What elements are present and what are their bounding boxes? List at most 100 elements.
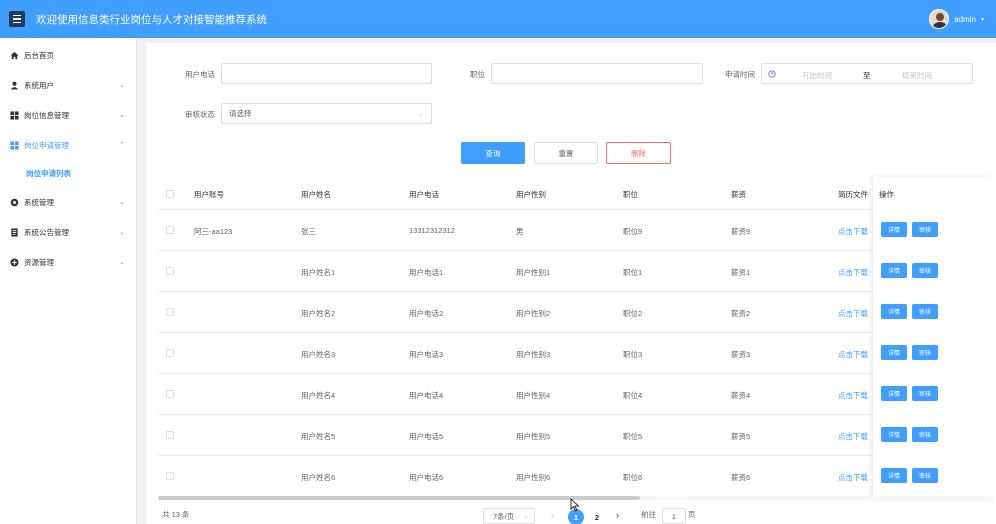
cell-gender: 用户性别4 xyxy=(516,391,551,400)
start-time-input[interactable]: 开始时间 xyxy=(802,70,832,81)
home-icon xyxy=(10,51,19,60)
cell-phone: 13312312312 xyxy=(409,226,455,235)
document-icon xyxy=(10,227,19,237)
cell-phone: 用户电话6 xyxy=(409,473,444,482)
sidebar-item-announcements[interactable]: 系统公告管理 ⌄ xyxy=(0,217,137,247)
cell-gender: 用户性别5 xyxy=(516,432,551,441)
audit-status-select[interactable]: 请选择 ⌄ xyxy=(221,103,432,124)
sidebar-item-label: 后台首页 xyxy=(24,50,54,60)
row-checkbox[interactable] xyxy=(166,267,174,275)
sidebar-item-system-management[interactable]: 系统管理 ⌄ xyxy=(0,187,137,217)
query-button[interactable]: 查询 xyxy=(461,142,525,164)
detail-button[interactable]: 详情 xyxy=(881,304,907,319)
column-header: 用户电话 xyxy=(409,190,439,199)
cell-salary: 薪资9 xyxy=(731,227,751,236)
sidebar-item-system-users[interactable]: 系统用户 ⌄ xyxy=(0,70,137,100)
chevron-down-icon: ⌄ xyxy=(523,513,529,520)
reset-button[interactable]: 重置 xyxy=(534,142,598,164)
row-checkbox[interactable] xyxy=(166,472,174,480)
mouse-cursor-icon xyxy=(570,498,580,512)
detail-button[interactable]: 详情 xyxy=(881,222,907,237)
table-header: 用户账号 用户姓名 用户电话 用户性别 职位 薪资 简历文件 xyxy=(158,177,993,210)
pagination-total: 共 13 条 xyxy=(162,510,190,519)
audit-button[interactable]: 审核 xyxy=(912,345,938,360)
chevron-down-icon: ⌄ xyxy=(119,229,125,236)
detail-button[interactable]: 详情 xyxy=(881,427,907,442)
row-checkbox[interactable] xyxy=(166,431,174,439)
goto-page-input[interactable]: 1 xyxy=(662,508,686,524)
position-filter-label: 职位 xyxy=(470,70,485,79)
audit-button[interactable]: 审核 xyxy=(912,386,938,401)
prev-page-icon[interactable]: ‹ xyxy=(551,510,554,520)
resume-download-link[interactable]: 点击下载 xyxy=(838,431,868,442)
cell-position: 职位9 xyxy=(623,227,643,236)
column-header: 用户性别 xyxy=(516,190,546,199)
plus-circle-icon xyxy=(10,257,19,267)
resume-download-link[interactable]: 点击下载 xyxy=(838,472,868,483)
row-checkbox[interactable] xyxy=(166,349,174,357)
cell-position: 职位1 xyxy=(623,268,643,277)
cell-phone: 用户电话4 xyxy=(409,391,444,400)
sidebar-item-label: 资源管理 xyxy=(24,257,54,267)
apply-time-range-picker[interactable]: 开始时间 至 结束时间 xyxy=(761,63,973,84)
end-time-input[interactable]: 结束时间 xyxy=(902,70,932,81)
gear-icon xyxy=(10,198,19,207)
select-all-checkbox[interactable] xyxy=(166,190,174,198)
chevron-down-icon: ⌄ xyxy=(119,259,125,266)
resume-download-link[interactable]: 点击下载 xyxy=(838,267,868,278)
audit-button[interactable]: 审核 xyxy=(912,468,938,483)
user-menu[interactable]: admin ▾ xyxy=(929,9,984,29)
cell-name: 用户姓名1 xyxy=(301,268,336,277)
detail-button[interactable]: 详情 xyxy=(881,345,907,360)
sidebar-item-job-info[interactable]: 岗位信息管理 ⌄ xyxy=(0,100,137,130)
chevron-up-icon: ⌃ xyxy=(119,142,125,149)
row-checkbox[interactable] xyxy=(166,226,174,234)
delete-button[interactable]: 删除 xyxy=(606,142,671,164)
page-size-select[interactable]: 7条/页 ⌄ xyxy=(483,508,535,524)
column-header: 用户账号 xyxy=(194,190,224,199)
sidebar-item-resources[interactable]: 资源管理 ⌄ xyxy=(0,247,137,277)
user-icon xyxy=(10,81,19,90)
audit-button[interactable]: 审核 xyxy=(912,304,938,319)
chevron-down-icon: ⌄ xyxy=(418,111,424,118)
cell-salary: 薪资5 xyxy=(731,432,751,441)
row-checkbox[interactable] xyxy=(166,308,174,316)
sidebar-subitem-application-list[interactable]: 岗位申请列表 xyxy=(0,159,137,187)
cell-name: 用户姓名2 xyxy=(301,309,336,318)
sidebar-item-label: 系统公告管理 xyxy=(24,227,69,237)
menu-toggle-button[interactable] xyxy=(9,11,25,27)
username-label[interactable]: admin xyxy=(954,15,976,24)
table-row: 用户姓名6 用户电话6 用户性别6 职位6 薪资6 点击下载 xyxy=(158,456,993,497)
cell-phone: 用户电话1 xyxy=(409,268,444,277)
resume-download-link[interactable]: 点击下载 xyxy=(838,349,868,360)
sidebar-item-job-application[interactable]: 岗位申请管理 ⌃ xyxy=(0,130,137,160)
scrollbar-thumb[interactable] xyxy=(158,496,640,500)
cell-name: 张三 xyxy=(301,227,316,236)
cell-position: 职位6 xyxy=(623,473,643,482)
goto-label: 前往 xyxy=(641,510,656,519)
column-header: 简历文件 xyxy=(838,190,868,199)
resume-download-link[interactable]: 点击下载 xyxy=(838,390,868,401)
detail-button[interactable]: 详情 xyxy=(881,263,907,278)
cell-phone: 用户电话3 xyxy=(409,350,444,359)
row-checkbox[interactable] xyxy=(166,390,174,398)
audit-button[interactable]: 审核 xyxy=(912,427,938,442)
audit-button[interactable]: 审核 xyxy=(912,263,938,278)
detail-button[interactable]: 详情 xyxy=(881,468,907,483)
avatar[interactable] xyxy=(929,9,950,29)
detail-button[interactable]: 详情 xyxy=(881,386,907,401)
chevron-down-icon[interactable]: ▾ xyxy=(981,16,984,23)
resume-download-link[interactable]: 点击下载 xyxy=(838,308,868,319)
page-number-2[interactable]: 2 xyxy=(589,509,605,524)
chevron-down-icon: ⌄ xyxy=(119,199,125,206)
top-header: 欢迎使用信息类行业岗位与人才对接智能推荐系统 admin ▾ xyxy=(0,0,996,38)
table-row: 阿三-aa123 张三 13312312312 男 职位9 薪资9 点击下载 xyxy=(158,210,993,251)
sidebar-item-home[interactable]: 后台首页 xyxy=(0,40,137,70)
position-filter-input[interactable] xyxy=(491,63,703,84)
column-header: 用户姓名 xyxy=(301,190,331,199)
resume-download-link[interactable]: 点击下载 xyxy=(838,226,868,237)
phone-filter-input[interactable] xyxy=(221,63,432,84)
audit-button[interactable]: 审核 xyxy=(912,222,938,237)
next-page-icon[interactable]: › xyxy=(616,510,619,520)
cell-account: 阿三-aa123 xyxy=(194,227,233,236)
